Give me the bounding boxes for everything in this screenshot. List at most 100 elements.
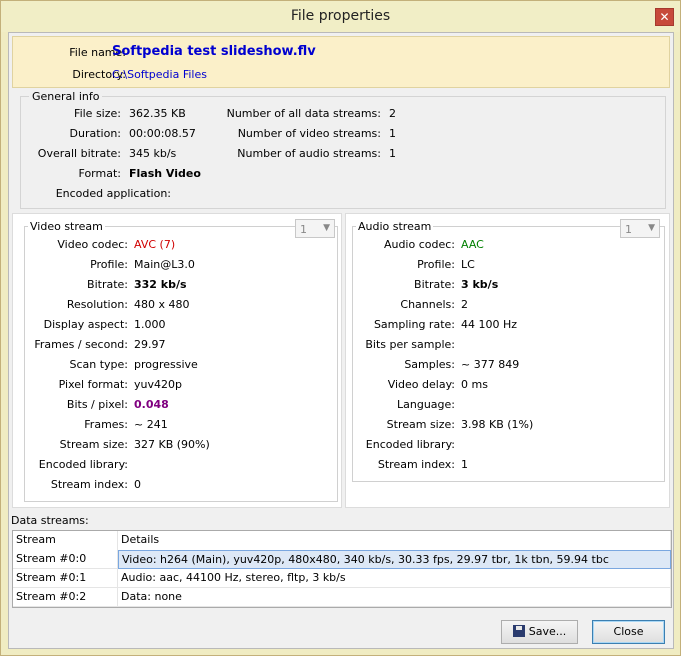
audio-stream-panel: Audio stream 1 ▼ Audio codec: AAC Profil…	[345, 213, 670, 508]
general-info-group: General info File size: 362.35 KB Durati…	[20, 90, 666, 209]
frames-label: Frames:	[84, 418, 128, 431]
video-stream-selector-value: 1	[300, 223, 307, 236]
stream-id-cell: Stream #0:2	[13, 588, 118, 607]
video-stream-size-label: Stream size:	[59, 438, 128, 451]
video-bitrate-label: Bitrate:	[87, 278, 128, 291]
video-delay-label: Video delay:	[387, 378, 455, 391]
video-stream-index-value: 0	[134, 478, 141, 491]
stream-id-cell: Stream #0:1	[13, 569, 118, 588]
file-size-value: 362.35 KB	[129, 107, 186, 120]
audio-codec-value: AAC	[461, 238, 484, 251]
audio-stream-size-value: 3.98 KB (1%)	[461, 418, 534, 431]
pixel-format-label: Pixel format:	[58, 378, 128, 391]
audio-profile-label: Profile:	[417, 258, 455, 271]
resolution-label: Resolution:	[66, 298, 128, 311]
chevron-down-icon: ▼	[648, 223, 655, 233]
video-stream-title: Video stream	[28, 220, 105, 233]
audio-stream-size-label: Stream size:	[386, 418, 455, 431]
floppy-disk-icon	[512, 625, 525, 637]
audio-stream-selector-value: 1	[625, 223, 632, 236]
save-button[interactable]: Save...	[501, 620, 578, 644]
encoded-application-label: Encoded application:	[55, 187, 171, 200]
title-bar[interactable]: File properties ✕	[1, 1, 680, 32]
general-info-title: General info	[29, 90, 103, 103]
video-stream-size-value: 327 KB (90%)	[134, 438, 210, 451]
video-codec-label: Video codec:	[57, 238, 128, 251]
close-window-button[interactable]: ✕	[655, 8, 674, 26]
video-profile-value: Main@L3.0	[134, 258, 195, 271]
directory-link[interactable]: C:\Softpedia Files	[112, 68, 207, 81]
chevron-down-icon: ▼	[323, 223, 330, 233]
format-label: Format:	[78, 167, 121, 180]
scan-type-label: Scan type:	[69, 358, 128, 371]
audio-bitrate-value: 3 kb/s	[461, 278, 499, 291]
resolution-value: 480 x 480	[134, 298, 190, 311]
close-button[interactable]: Close	[592, 620, 665, 644]
display-aspect-value: 1.000	[134, 318, 166, 331]
language-label: Language:	[397, 398, 455, 411]
fps-label: Frames / second:	[34, 338, 128, 351]
column-header-details[interactable]: Details	[118, 531, 671, 550]
pixel-format-value: yuv420p	[134, 378, 182, 391]
overall-bitrate-label: Overall bitrate:	[37, 147, 121, 160]
stream-details-cell: Audio: aac, 44100 Hz, stereo, fltp, 3 kb…	[118, 569, 671, 588]
sampling-rate-label: Sampling rate:	[373, 318, 455, 331]
video-codec-value: AVC (7)	[134, 238, 176, 251]
audio-codec-label: Audio codec:	[383, 238, 455, 251]
window-title: File properties	[290, 8, 391, 24]
bits-per-pixel-value: 0.048	[134, 398, 169, 411]
stream-details-cell: Video: h264 (Main), yuv420p, 480x480, 34…	[118, 550, 671, 569]
overall-bitrate-value: 345 kb/s	[129, 147, 177, 160]
scan-type-value: progressive	[134, 358, 198, 371]
file-properties-window: File properties ✕ File name: Softpedia t…	[0, 0, 681, 656]
file-name-value: Softpedia test slideshow.flv	[112, 44, 316, 59]
data-streams-table: Stream Details Stream #0:0 Video: h264 (…	[12, 530, 672, 608]
stream-details-cell: Data: none	[118, 588, 671, 607]
stream-id-cell: Stream #0:0	[13, 550, 118, 569]
display-aspect-label: Display aspect:	[43, 318, 128, 331]
save-button-label: Save...	[528, 625, 567, 638]
bits-per-pixel-label: Bits / pixel:	[66, 398, 128, 411]
audio-streams-label: Number of audio streams:	[237, 147, 381, 160]
channels-label: Channels:	[400, 298, 455, 311]
bits-per-sample-label: Bits per sample:	[365, 338, 455, 351]
dialog-client-area: File name: Softpedia test slideshow.flv …	[8, 32, 674, 649]
video-streams-label: Number of video streams:	[237, 127, 381, 140]
data-streams-label: Data streams:	[11, 514, 89, 527]
table-row[interactable]: Stream #0:1 Audio: aac, 44100 Hz, stereo…	[13, 569, 671, 588]
duration-label: Duration:	[69, 127, 121, 140]
audio-stream-index-value: 1	[461, 458, 468, 471]
fps-value: 29.97	[134, 338, 166, 351]
format-value: Flash Video	[129, 167, 201, 180]
audio-stream-title: Audio stream	[356, 220, 434, 233]
audio-streams-value: 1	[389, 147, 396, 160]
video-stream-selector[interactable]: 1 ▼	[295, 219, 335, 238]
file-size-label: File size:	[74, 107, 121, 120]
all-streams-value: 2	[389, 107, 396, 120]
video-stream-index-label: Stream index:	[50, 478, 128, 491]
file-header: File name: Softpedia test slideshow.flv …	[12, 36, 670, 88]
frames-value: ~ 241	[134, 418, 168, 431]
table-header-row: Stream Details	[13, 531, 671, 550]
audio-profile-value: LC	[461, 258, 475, 271]
video-bitrate-value: 332 kb/s	[134, 278, 187, 291]
sampling-rate-value: 44 100 Hz	[461, 318, 518, 331]
duration-value: 00:00:08.57	[129, 127, 196, 140]
video-profile-label: Profile:	[90, 258, 128, 271]
channels-value: 2	[461, 298, 468, 311]
audio-stream-index-label: Stream index:	[377, 458, 455, 471]
audio-encoded-library-label: Encoded library:	[365, 438, 455, 451]
video-stream-panel: Video stream 1 ▼ Video codec: AVC (7) Pr…	[12, 213, 342, 508]
video-streams-value: 1	[389, 127, 396, 140]
close-button-label: Close	[613, 625, 644, 638]
column-header-stream[interactable]: Stream	[13, 531, 118, 550]
audio-stream-selector[interactable]: 1 ▼	[620, 219, 660, 238]
table-row[interactable]: Stream #0:0 Video: h264 (Main), yuv420p,…	[13, 550, 671, 569]
all-streams-label: Number of all data streams:	[226, 107, 381, 120]
samples-value: ~ 377 849	[461, 358, 520, 371]
audio-bitrate-label: Bitrate:	[414, 278, 455, 291]
samples-label: Samples:	[404, 358, 455, 371]
table-row[interactable]: Stream #0:2 Data: none	[13, 588, 671, 607]
video-encoded-library-label: Encoded library:	[38, 458, 128, 471]
video-delay-value: 0 ms	[461, 378, 488, 391]
